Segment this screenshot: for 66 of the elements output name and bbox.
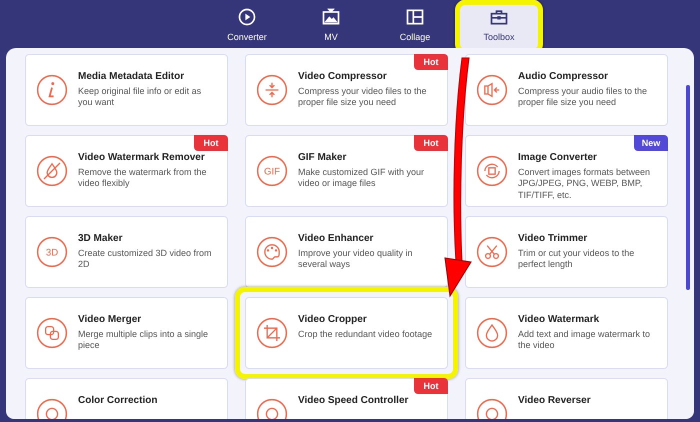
speaker-icon (476, 74, 508, 106)
tool-description: Make customized GIF with your video or image files (298, 167, 426, 190)
image-rotate-icon (476, 155, 508, 187)
nav-tab[interactable]: MV (291, 0, 371, 48)
tool-title: Video Speed Controller (298, 395, 408, 406)
tool-card[interactable]: Video Compressor Compress your video files to the proper file size you need Hot (245, 54, 448, 126)
tool-title: Video Enhancer (298, 233, 374, 244)
tool-card[interactable]: Image Converter Convert images formats between JPG/JPEG, PNG, WEBP, BMP, TIF/TIFF, etc. New (465, 135, 668, 207)
tool-title: GIF Maker (298, 152, 348, 163)
tool-card[interactable]: Color Correction (25, 378, 228, 419)
tool-title: Video Watermark Remover (78, 152, 206, 163)
tag-label: Hot (194, 135, 228, 151)
tool-title: Video Trimmer (518, 233, 588, 244)
tool-description: Create customized 3D video from 2D (78, 248, 213, 270)
tool-card[interactable]: Video Speed Controller Hot (245, 378, 448, 419)
tool-title: Video Merger (78, 314, 142, 325)
tool-card[interactable]: Video Watermark Remover Remove the watermark from the video flexibly Hot (25, 135, 228, 207)
tool-description: Remove the watermark from the video flexibly (78, 167, 208, 190)
tool-description: Keep original file info or edit as you want (78, 86, 202, 108)
scissors-icon (476, 236, 508, 268)
tool-card[interactable]: 3D 3D Maker Create customized 3D video from 2D (25, 216, 228, 288)
tool-title: Video Reverser (518, 395, 591, 406)
tool-description: Trim or cut your videos to the perfect length (518, 248, 636, 270)
tool-card[interactable]: Video Reverser (465, 378, 668, 419)
tool-title: Color Correction (78, 395, 158, 406)
tool-title: Video Cropper (298, 314, 368, 325)
tool-card[interactable]: Video Enhancer Improve your video quality in several ways (245, 216, 448, 288)
crop-icon (256, 317, 288, 349)
nav-tab[interactable]: Converter (207, 0, 287, 48)
tool-title: 3D Maker (78, 233, 124, 244)
tag-label: New (634, 135, 668, 151)
layout-icon (405, 6, 425, 26)
tool-card[interactable]: Video Watermark Add text and image watermark to the video (465, 297, 668, 369)
3d-icon: 3D (36, 236, 68, 268)
tool-title: Video Watermark (518, 314, 600, 325)
info-icon (36, 74, 68, 106)
tag-label: Hot (414, 378, 448, 394)
tool-card[interactable]: GIF GIF Maker Make customized GIF with your video or image files Hot (245, 135, 448, 207)
tool-title: Audio Compressor (518, 71, 610, 82)
tool-card[interactable]: Audio Compressor Compress your audio files to the proper file size you need (465, 54, 668, 126)
drop-icon (476, 317, 508, 349)
tool-title: Image Converter (518, 152, 598, 163)
tool-description: Add text and image watermark to the video (518, 329, 652, 352)
merge-icon (36, 317, 68, 349)
tool-card[interactable]: Video Cropper Crop the redundant video footage (245, 297, 448, 369)
scrollbar[interactable] (686, 85, 690, 290)
gif-icon: GIF (256, 155, 288, 187)
tool-description: Compress your audio files to the proper file size you need (518, 86, 648, 108)
tool-card[interactable]: Video Merger Merge multiple clips into a single piece (25, 297, 228, 369)
tool-description: Merge multiple clips into a single piece (78, 329, 210, 352)
tool-card[interactable]: Video Trimmer Trim or cut your videos to the perfect length (465, 216, 668, 288)
palette-icon (256, 236, 288, 268)
converter-icon (237, 6, 257, 26)
tool-description: Crop the redundant video footage (298, 329, 432, 340)
tool-title: Media Metadata Editor (78, 71, 186, 82)
tool-description: Compress your video files to the proper file size you need (298, 86, 428, 108)
tool-title: Video Compressor (298, 71, 388, 82)
nav-tab[interactable]: Collage (375, 0, 455, 48)
tv-icon (321, 6, 341, 26)
tag-label: Hot (414, 54, 448, 70)
tool-card[interactable]: Media Metadata Editor Keep original file info or edit as you want (25, 54, 228, 126)
drop-slash-icon (36, 155, 68, 187)
tag-label: Hot (414, 135, 448, 151)
tool-description: Convert images formats between JPG/JPEG, PNG, WEBP, BMP, TIF/TIFF, etc. (518, 167, 652, 201)
compress-icon (256, 74, 288, 106)
tool-description: Improve your video quality in several ways (298, 248, 414, 270)
